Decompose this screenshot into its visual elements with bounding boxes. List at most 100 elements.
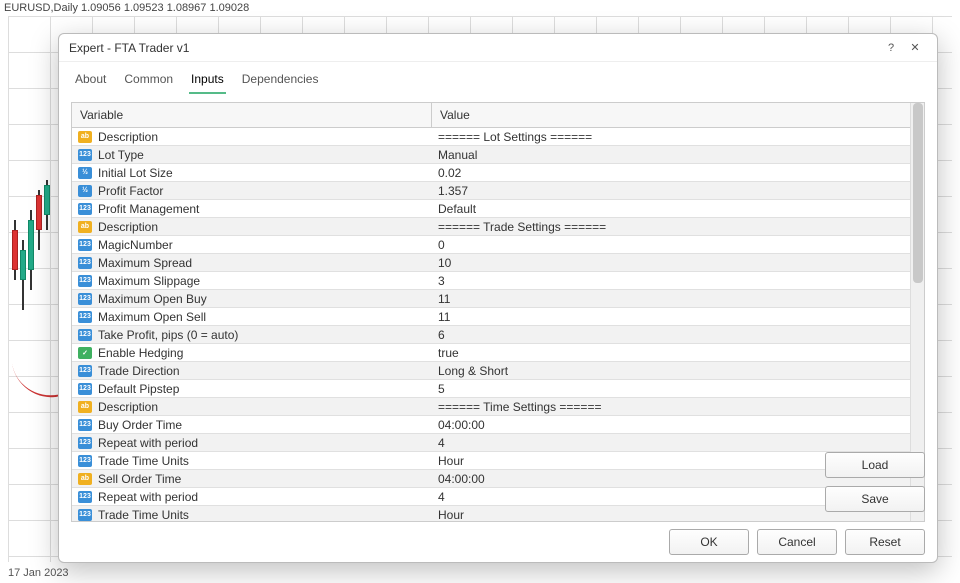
table-row[interactable]: 123Trade Time UnitsHour <box>72 506 910 521</box>
type-icon: 123 <box>78 293 92 305</box>
table-row[interactable]: 123Maximum Open Sell11 <box>72 308 910 326</box>
cell-variable: 123 Trade Direction <box>72 364 432 378</box>
table-row[interactable]: abSell Order Time04:00:00 <box>72 470 910 488</box>
table-row[interactable]: ab Description ====== Time Settings ====== <box>72 398 910 416</box>
table-row[interactable]: 123 Maximum Open Buy 11 <box>72 290 910 308</box>
variable-name: Profit Factor <box>98 184 163 198</box>
cell-value[interactable]: ====== Time Settings ====== <box>432 400 910 414</box>
table-row[interactable]: 123Take Profit, pips (0 = auto)6 <box>72 326 910 344</box>
cell-variable: 123Maximum Open Sell <box>72 310 432 324</box>
cell-variable: 123 Repeat with period <box>72 436 432 450</box>
tab-about[interactable]: About <box>73 68 108 94</box>
variable-name: Description <box>98 400 158 414</box>
cell-value[interactable]: 1.357 <box>432 184 910 198</box>
type-icon: 123 <box>78 149 92 161</box>
variable-name: MagicNumber <box>98 238 173 252</box>
col-header-value[interactable]: Value <box>432 103 910 127</box>
tab-common[interactable]: Common <box>122 68 175 94</box>
table-row[interactable]: ½Profit Factor1.357 <box>72 182 910 200</box>
close-icon[interactable]: ✕ <box>903 38 927 58</box>
table-row[interactable]: 123Maximum Spread10 <box>72 254 910 272</box>
variable-name: Profit Management <box>98 202 199 216</box>
reset-button[interactable]: Reset <box>845 529 925 555</box>
variable-name: Maximum Slippage <box>98 274 200 288</box>
cell-variable: 123Maximum Spread <box>72 256 432 270</box>
cell-variable: 123 Maximum Slippage <box>72 274 432 288</box>
scrollbar-thumb[interactable] <box>913 103 923 283</box>
save-button[interactable]: Save <box>825 486 925 512</box>
cell-variable: ab Description <box>72 400 432 414</box>
table-row[interactable]: ✓ Enable Hedging true <box>72 344 910 362</box>
side-buttons: Load Save <box>825 452 925 512</box>
col-header-variable[interactable]: Variable <box>72 103 432 127</box>
type-icon: 123 <box>78 419 92 431</box>
cell-value[interactable]: 0.02 <box>432 166 910 180</box>
table-row[interactable]: 123Buy Order Time04:00:00 <box>72 416 910 434</box>
table-row[interactable]: 123 Profit Management Default <box>72 200 910 218</box>
type-icon: ✓ <box>78 347 92 359</box>
variable-name: Maximum Spread <box>98 256 192 270</box>
cell-value[interactable]: Default <box>432 202 910 216</box>
cell-variable: abSell Order Time <box>72 472 432 486</box>
tab-bar: About Common Inputs Dependencies <box>59 62 937 94</box>
cell-variable: 123 Repeat with period <box>72 490 432 504</box>
table-row[interactable]: 123 Repeat with period 4 <box>72 434 910 452</box>
cell-value[interactable]: Long & Short <box>432 364 910 378</box>
variable-name: Description <box>98 220 158 234</box>
tab-dependencies[interactable]: Dependencies <box>240 68 321 94</box>
expert-dialog: Expert - FTA Trader v1 ? ✕ About Common … <box>58 33 938 563</box>
table-row[interactable]: ab Description ====== Trade Settings =====… <box>72 218 910 236</box>
cell-variable: 123Buy Order Time <box>72 418 432 432</box>
variable-name: Maximum Open Buy <box>98 292 207 306</box>
ok-button[interactable]: OK <box>669 529 749 555</box>
tab-inputs[interactable]: Inputs <box>189 68 226 94</box>
dialog-title: Expert - FTA Trader v1 <box>69 41 879 55</box>
type-icon: 123 <box>78 437 92 449</box>
variable-name: Maximum Open Sell <box>98 310 206 324</box>
cell-variable: 123Default Pipstep <box>72 382 432 396</box>
dialog-footer: OK Cancel Reset <box>59 522 937 562</box>
type-icon: ab <box>78 221 92 233</box>
table-row[interactable]: 123Lot TypeManual <box>72 146 910 164</box>
variable-name: Repeat with period <box>98 436 198 450</box>
inputs-grid: Variable Value ab Description ====== Lot S… <box>71 102 925 522</box>
table-row[interactable]: 123Trade Time UnitsHour <box>72 452 910 470</box>
type-icon: 123 <box>78 365 92 377</box>
variable-name: Trade Direction <box>98 364 180 378</box>
variable-name: Sell Order Time <box>98 472 181 486</box>
cell-value[interactable]: 11 <box>432 310 910 324</box>
table-row[interactable]: 123 Trade Direction Long & Short <box>72 362 910 380</box>
type-icon: ab <box>78 131 92 143</box>
cell-value[interactable]: true <box>432 346 910 360</box>
cell-value[interactable]: 10 <box>432 256 910 270</box>
type-icon: ab <box>78 401 92 413</box>
cell-value[interactable]: 6 <box>432 328 910 342</box>
variable-name: Description <box>98 130 158 144</box>
cell-value[interactable]: ====== Trade Settings ====== <box>432 220 910 234</box>
cancel-button[interactable]: Cancel <box>757 529 837 555</box>
cell-value[interactable]: 11 <box>432 292 910 306</box>
cell-value[interactable]: 3 <box>432 274 910 288</box>
chart-symbol-info: EURUSD,Daily 1.09056 1.09523 1.08967 1.0… <box>4 2 249 14</box>
load-button[interactable]: Load <box>825 452 925 478</box>
type-icon: 123 <box>78 203 92 215</box>
table-row[interactable]: ½Initial Lot Size0.02 <box>72 164 910 182</box>
table-row[interactable]: 123Repeat with period4 <box>72 488 910 506</box>
table-row[interactable]: 123Default Pipstep5 <box>72 380 910 398</box>
table-row[interactable]: 123 Maximum Slippage 3 <box>72 272 910 290</box>
variable-name: Take Profit, pips (0 = auto) <box>98 328 238 342</box>
table-row[interactable]: ab Description ====== Lot Settings ====== <box>72 128 910 146</box>
type-icon: 123 <box>78 455 92 467</box>
cell-value[interactable]: Manual <box>432 148 910 162</box>
cell-value[interactable]: 0 <box>432 238 910 252</box>
type-icon: 123 <box>78 491 92 503</box>
help-icon[interactable]: ? <box>879 38 903 58</box>
cell-value[interactable]: 5 <box>432 382 910 396</box>
table-row[interactable]: 123MagicNumber0 <box>72 236 910 254</box>
cell-value[interactable]: ====== Lot Settings ====== <box>432 130 910 144</box>
cell-value[interactable]: 4 <box>432 436 910 450</box>
cell-value[interactable]: 04:00:00 <box>432 418 910 432</box>
variable-name: Enable Hedging <box>98 346 183 360</box>
variable-name: Repeat with period <box>98 490 198 504</box>
type-icon: 123 <box>78 275 92 287</box>
